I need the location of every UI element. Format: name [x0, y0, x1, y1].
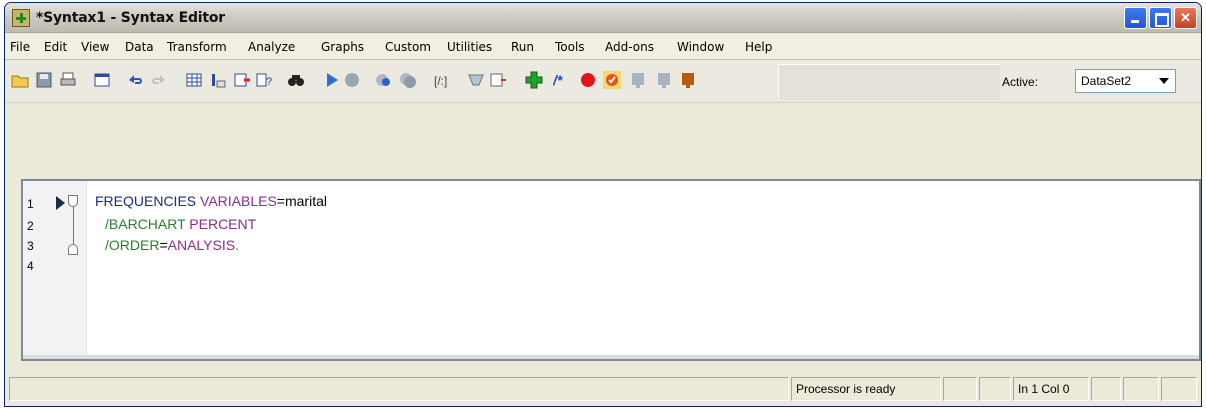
print-icon[interactable] [59, 71, 77, 89]
add-green-icon[interactable] [525, 71, 543, 89]
uncomment-icon[interactable] [489, 71, 507, 89]
fold-start-icon[interactable] [68, 195, 78, 207]
line-number: 2 [27, 219, 34, 233]
menu-file[interactable]: File [10, 40, 30, 54]
breakpoint-icon[interactable] [579, 71, 597, 89]
code-line-3: /ORDER=ANALYSIS. [105, 237, 239, 253]
line-number: 4 [27, 259, 34, 273]
toolbar: ? [/:] /* Active: DataSet2 [5, 61, 1201, 103]
code-line-1: FREQUENCIES VARIABLES=marital [95, 193, 327, 209]
active-dataset-label: Active: [1002, 75, 1039, 89]
menu-add-ons[interactable]: Add-ons [605, 40, 654, 54]
menu-tools[interactable]: Tools [555, 40, 585, 54]
option-token: /BARCHART [105, 216, 190, 232]
find-icon[interactable] [287, 71, 305, 89]
menu-graphs[interactable]: Graphs [321, 40, 364, 54]
status-empty-cell [1161, 377, 1197, 401]
undo-icon[interactable] [126, 71, 144, 89]
code-line-2: /BARCHART PERCENT [105, 216, 256, 232]
menu-bar: File Edit View Data Transform Analyze Gr… [5, 34, 1201, 60]
svg-text:/*: /* [553, 72, 563, 88]
run-all-icon[interactable] [399, 71, 417, 89]
title-bar[interactable]: *Syntax1 - Syntax Editor ✕ [5, 3, 1201, 33]
fold-end-icon[interactable] [68, 244, 78, 255]
syntax-app-icon [12, 9, 30, 27]
menu-help[interactable]: Help [745, 40, 772, 54]
dialog-recall-icon[interactable] [93, 71, 111, 89]
processor-status: Processor is ready [791, 377, 941, 401]
line-number: 3 [27, 239, 34, 253]
comment-toggle-icon[interactable]: /* [553, 71, 571, 89]
insert-cases-icon[interactable] [233, 71, 251, 89]
stop-icon[interactable] [343, 71, 361, 89]
line-gutter: 1 2 3 4 [23, 181, 87, 359]
active-dataset-value: DataSet2 [1081, 74, 1132, 88]
minimize-button[interactable] [1124, 7, 1147, 29]
menu-window[interactable]: Window [677, 40, 724, 54]
menu-edit[interactable]: Edit [44, 40, 67, 54]
goto-data-icon[interactable] [185, 71, 203, 89]
menu-transform[interactable]: Transform [167, 40, 227, 54]
svg-text:?: ? [266, 76, 272, 88]
subcommand-token: VARIABLES [200, 193, 277, 209]
menu-analyze[interactable]: Analyze [248, 40, 295, 54]
menu-utilities[interactable]: Utilities [447, 40, 492, 54]
menu-custom[interactable]: Custom [385, 40, 431, 54]
line-number: 1 [27, 197, 34, 211]
save-icon[interactable] [35, 71, 53, 89]
cursor-position: In 1 Col 0 [1013, 377, 1089, 401]
close-button[interactable]: ✕ [1174, 7, 1197, 29]
variables-icon[interactable]: ? [255, 71, 273, 89]
status-empty-cell [1123, 377, 1159, 401]
chevron-down-icon [1159, 78, 1169, 84]
step-icon[interactable] [629, 71, 647, 89]
stop-debug-icon[interactable] [655, 71, 673, 89]
menu-data[interactable]: Data [125, 40, 154, 54]
step-over-icon[interactable] [679, 71, 697, 89]
show-errors-icon[interactable] [375, 71, 393, 89]
syntax-editor[interactable]: 1 2 3 4 FREQUENCIES VARIABLES=marital /B… [21, 179, 1201, 361]
comment-icon[interactable] [467, 71, 485, 89]
value-token: =marital [276, 193, 327, 209]
wrap-icon[interactable]: [/:] [433, 71, 451, 89]
command-token: FREQUENCIES [95, 193, 201, 209]
redo-icon[interactable] [150, 71, 168, 89]
keyword-token: ANALYSIS. [167, 237, 239, 253]
open-folder-icon[interactable] [11, 71, 29, 89]
syntax-editor-window: *Syntax1 - Syntax Editor ✕ File Edit Vie… [4, 2, 1202, 407]
status-bar: Processor is ready In 1 Col 0 [5, 373, 1201, 406]
current-line-arrow-icon [56, 196, 65, 210]
keyword-token: PERCENT [189, 216, 257, 232]
window-title: *Syntax1 - Syntax Editor [36, 10, 225, 26]
status-empty-cell [1091, 377, 1121, 401]
status-message-cell [9, 377, 789, 401]
editor-top-band [5, 104, 1201, 180]
menu-view[interactable]: View [81, 40, 109, 54]
maximize-button[interactable] [1149, 7, 1172, 29]
status-empty-cell [943, 377, 977, 401]
option-token: /ORDER [105, 237, 160, 253]
active-dataset-dropdown[interactable]: DataSet2 [1075, 69, 1176, 93]
run-selection-icon[interactable] [323, 71, 341, 89]
operator-token: = [159, 237, 168, 253]
menu-run[interactable]: Run [511, 40, 534, 54]
goto-variable-icon[interactable] [209, 71, 227, 89]
status-empty-cell [979, 377, 1011, 401]
bookmark-icon[interactable] [603, 71, 621, 89]
horizontal-scrollbar[interactable] [23, 355, 1199, 359]
svg-text:[/:]: [/:] [434, 74, 447, 88]
fold-line [73, 207, 74, 244]
debug-toolbar-panel [778, 64, 1000, 100]
